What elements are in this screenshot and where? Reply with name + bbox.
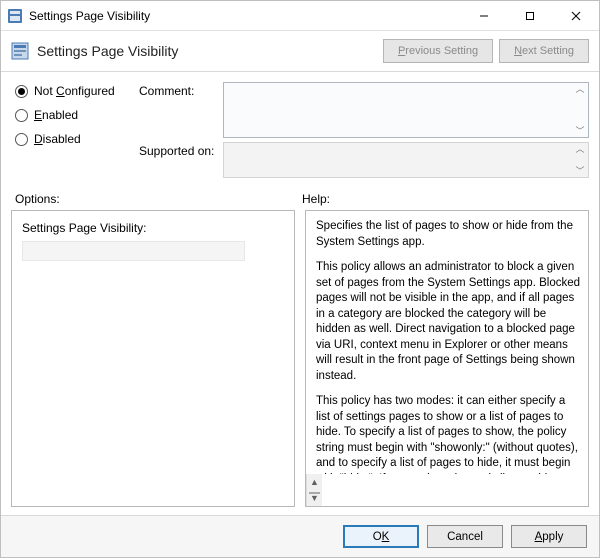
options-panel: Settings Page Visibility: — [11, 210, 295, 507]
maximize-button[interactable] — [507, 1, 553, 30]
radio-not-configured[interactable]: Not Configured — [15, 84, 135, 98]
radio-icon — [15, 133, 28, 146]
apply-button[interactable]: Apply — [511, 525, 587, 548]
app-icon — [7, 8, 23, 24]
scroll-chevrons: ︿﹀ — [574, 145, 586, 175]
policy-title: Settings Page Visibility — [37, 43, 377, 59]
option-field-label: Settings Page Visibility: — [22, 221, 284, 235]
radio-disabled[interactable]: Disabled — [15, 132, 135, 146]
radio-icon — [15, 109, 28, 122]
help-panel: Specifies the list of pages to show or h… — [305, 210, 589, 507]
titlebar: Settings Page Visibility — [1, 1, 599, 31]
window-controls — [461, 1, 599, 30]
help-paragraph: Specifies the list of pages to show or h… — [316, 219, 582, 250]
upper-section: Not Configured Enabled Disabled Comment:… — [1, 72, 599, 182]
cancel-button[interactable]: Cancel — [427, 525, 503, 548]
next-setting-button[interactable]: Next Setting — [499, 39, 589, 63]
help-text: Specifies the list of pages to show or h… — [306, 211, 588, 474]
radio-label: Disabled — [34, 132, 81, 146]
options-section-label: Options: — [15, 192, 302, 206]
close-button[interactable] — [553, 1, 599, 30]
policy-icon — [11, 42, 29, 60]
scroll-chevrons: ︿﹀ — [574, 85, 586, 135]
radio-icon — [15, 85, 28, 98]
help-scrollbar[interactable]: ▲ ▼ — [306, 474, 322, 506]
lower-section: Settings Page Visibility: Specifies the … — [1, 210, 599, 515]
window-title: Settings Page Visibility — [29, 9, 461, 23]
radio-label: Enabled — [34, 108, 78, 122]
comment-label: Comment: — [139, 82, 219, 138]
comment-textarea[interactable]: ︿﹀ — [223, 82, 589, 138]
state-radio-group: Not Configured Enabled Disabled — [15, 82, 135, 178]
ok-button[interactable]: OK — [343, 525, 419, 548]
help-paragraph: This policy allows an administrator to b… — [316, 260, 582, 384]
help-section-label: Help: — [302, 192, 589, 206]
settings-page-visibility-input[interactable] — [22, 241, 245, 261]
supported-on-label: Supported on: — [139, 138, 219, 178]
section-labels: Options: Help: — [1, 182, 599, 210]
dialog-footer: OK Cancel Apply — [1, 515, 599, 557]
scroll-up-icon[interactable]: ▲ — [307, 474, 322, 490]
minimize-button[interactable] — [461, 1, 507, 30]
radio-enabled[interactable]: Enabled — [15, 108, 135, 122]
supported-on-box: ︿﹀ — [223, 142, 589, 178]
previous-setting-button[interactable]: Previous Setting — [383, 39, 493, 63]
help-paragraph: This policy has two modes: it can either… — [316, 394, 582, 474]
radio-label: Not Configured — [34, 84, 115, 98]
scroll-thumb[interactable] — [309, 492, 320, 494]
header-strip: Settings Page Visibility Previous Settin… — [1, 31, 599, 72]
